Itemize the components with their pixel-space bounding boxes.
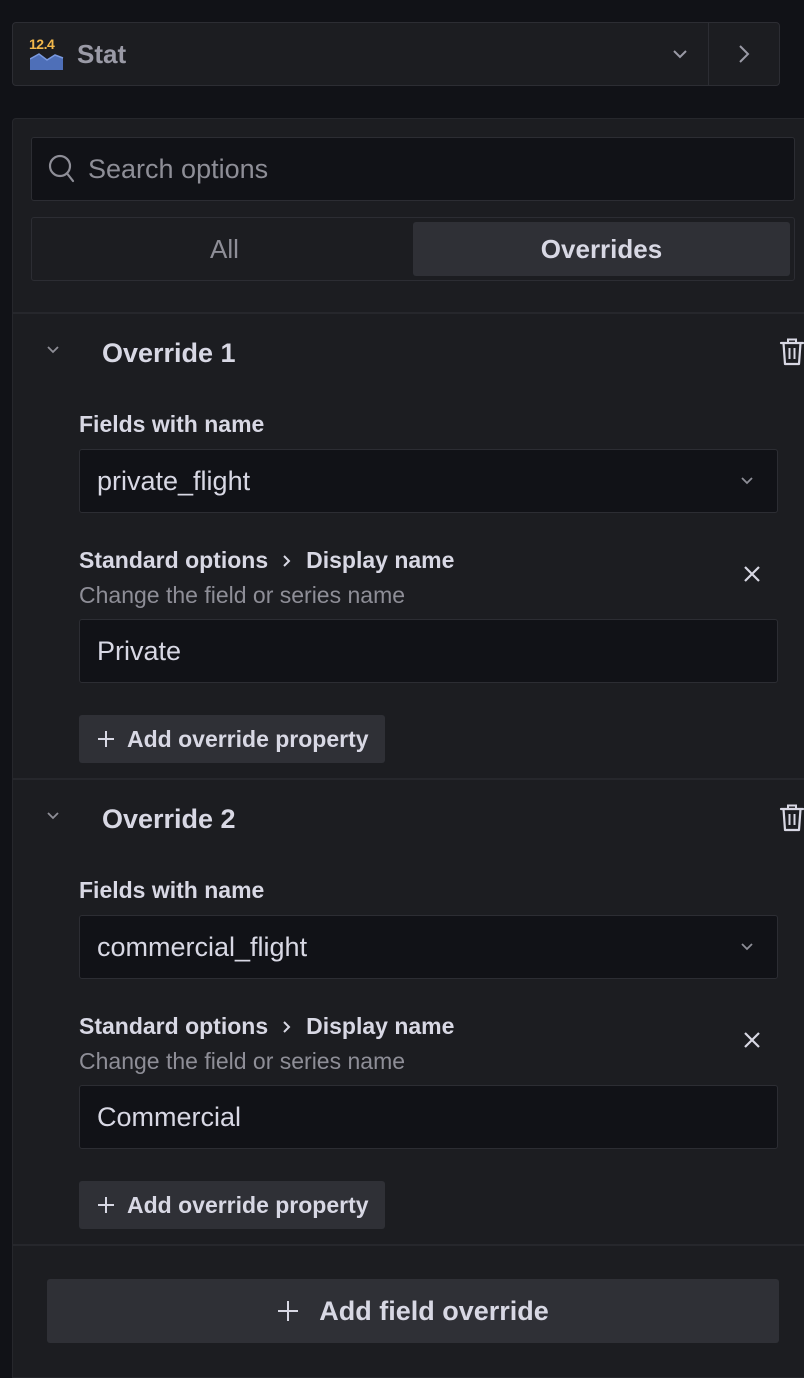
chevron-down-icon xyxy=(741,943,753,951)
divider xyxy=(13,1244,804,1246)
close-icon[interactable] xyxy=(743,565,761,583)
display-name-field[interactable] xyxy=(79,1085,778,1149)
property-name: Display name xyxy=(306,547,455,573)
close-icon[interactable] xyxy=(743,1031,761,1049)
override-title: Override 1 xyxy=(102,337,236,368)
chevron-down-icon xyxy=(673,50,687,59)
display-name-input[interactable] xyxy=(97,635,777,667)
plus-icon xyxy=(278,1301,299,1321)
field-name-select[interactable]: commercial_flight xyxy=(79,915,778,979)
search-options-box[interactable] xyxy=(31,137,795,201)
visualization-picker: 12.4 Stat xyxy=(12,22,780,86)
display-name-field[interactable] xyxy=(79,619,778,683)
property-description: Change the field or series name xyxy=(79,582,406,608)
property-breadcrumb: Standard options Display name xyxy=(79,547,454,574)
visualization-name: Stat xyxy=(77,38,127,69)
options-pane: All Overrides Override 1 Fields with nam… xyxy=(12,118,804,1378)
override-header[interactable]: Override 2 xyxy=(13,791,804,847)
visualization-dropdown-toggle[interactable] xyxy=(652,23,708,85)
override-title: Override 2 xyxy=(102,803,236,834)
property-breadcrumb: Standard options Display name xyxy=(79,1013,454,1040)
add-override-property-button[interactable]: Add override property xyxy=(79,715,385,763)
trash-icon[interactable] xyxy=(779,803,804,833)
property-name: Display name xyxy=(306,1013,455,1039)
chevron-down-icon[interactable] xyxy=(45,345,61,355)
tab-overrides[interactable]: Overrides xyxy=(413,222,790,276)
matcher-label: Fields with name xyxy=(79,877,265,903)
divider xyxy=(13,778,804,780)
search-icon xyxy=(48,154,75,183)
trash-icon[interactable] xyxy=(779,337,804,367)
add-override-property-button[interactable]: Add override property xyxy=(79,1181,385,1229)
visualization-select[interactable]: 12.4 Stat xyxy=(13,23,652,85)
plus-icon xyxy=(98,1197,114,1213)
options-tabs: All Overrides xyxy=(31,217,795,281)
stat-viz-icon: 12.4 xyxy=(29,36,65,72)
display-name-input[interactable] xyxy=(97,1101,777,1133)
add-field-override-label: Add field override xyxy=(319,1295,549,1326)
chevron-right-icon xyxy=(283,1020,291,1033)
add-override-property-label: Add override property xyxy=(127,725,369,752)
plus-icon xyxy=(98,731,114,747)
matcher-label: Fields with name xyxy=(79,411,265,437)
tab-all[interactable]: All xyxy=(36,222,413,276)
property-category: Standard options xyxy=(79,1013,269,1039)
field-name-select[interactable]: private_flight xyxy=(79,449,778,513)
search-options-input[interactable] xyxy=(88,153,794,185)
chevron-right-icon xyxy=(283,554,291,567)
add-override-property-label: Add override property xyxy=(127,1191,369,1218)
stat-viz-icon-number: 12.4 xyxy=(29,36,55,52)
area-chart-icon xyxy=(30,53,64,70)
divider xyxy=(13,312,804,314)
field-name-value: commercial_flight xyxy=(97,931,308,962)
add-field-override-button[interactable]: Add field override xyxy=(47,1279,779,1343)
property-description: Change the field or series name xyxy=(79,1048,406,1074)
field-name-value: private_flight xyxy=(97,465,251,496)
chevron-down-icon[interactable] xyxy=(45,811,61,821)
chevron-down-icon xyxy=(741,477,753,485)
chevron-right-icon xyxy=(739,45,750,63)
override-header[interactable]: Override 1 xyxy=(13,325,804,381)
property-category: Standard options xyxy=(79,547,269,573)
expand-options-button[interactable] xyxy=(709,23,779,85)
